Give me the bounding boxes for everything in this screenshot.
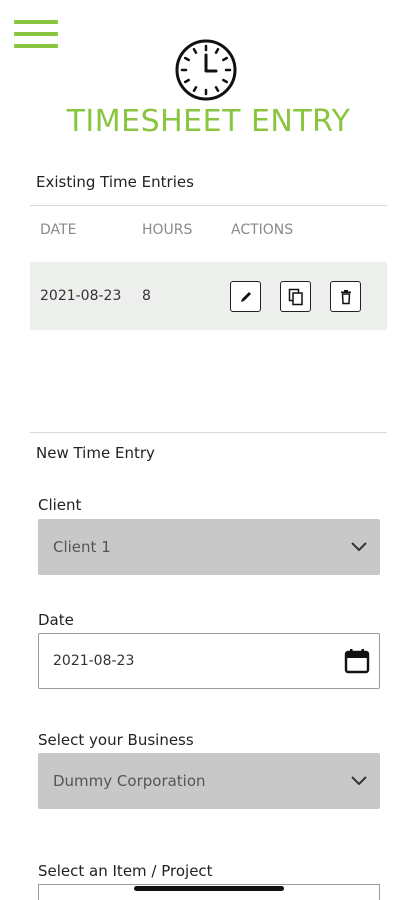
client-select-value: Client 1 [53, 538, 111, 556]
business-select[interactable]: Dummy Corporation [38, 753, 380, 809]
date-label: Date [38, 611, 74, 629]
date-input[interactable]: 2021-08-23 [38, 633, 380, 689]
existing-entries-heading: Existing Time Entries [36, 173, 194, 191]
divider [30, 432, 387, 433]
client-label: Client [38, 496, 82, 514]
divider [30, 205, 387, 206]
page-title: TIMESHEET ENTRY [66, 104, 351, 139]
table-row: 2021-08-23 8 [30, 262, 387, 330]
home-indicator [134, 886, 284, 891]
entry-date: 2021-08-23 [40, 288, 122, 304]
column-header-date: DATE [40, 222, 77, 238]
calendar-icon[interactable] [344, 648, 370, 674]
copy-button[interactable] [280, 281, 311, 312]
chevron-down-icon [351, 542, 367, 552]
business-label: Select your Business [38, 731, 194, 749]
column-header-hours: HOURS [142, 222, 193, 238]
edit-button[interactable] [230, 281, 261, 312]
project-label: Select an Item / Project [38, 862, 213, 880]
delete-icon [340, 289, 351, 304]
delete-button[interactable] [330, 281, 361, 312]
edit-icon [240, 291, 251, 302]
copy-icon [288, 288, 303, 305]
client-select[interactable]: Client 1 [38, 519, 380, 575]
new-entry-heading: New Time Entry [36, 444, 155, 462]
hamburger-menu-icon[interactable] [14, 20, 58, 52]
table-header: DATE HOURS ACTIONS [30, 222, 387, 248]
chevron-down-icon [351, 776, 367, 786]
entry-hours: 8 [142, 288, 151, 304]
column-header-actions: ACTIONS [231, 222, 294, 238]
date-input-value: 2021-08-23 [53, 653, 135, 669]
business-select-value: Dummy Corporation [53, 772, 206, 790]
clock-icon [175, 39, 237, 101]
